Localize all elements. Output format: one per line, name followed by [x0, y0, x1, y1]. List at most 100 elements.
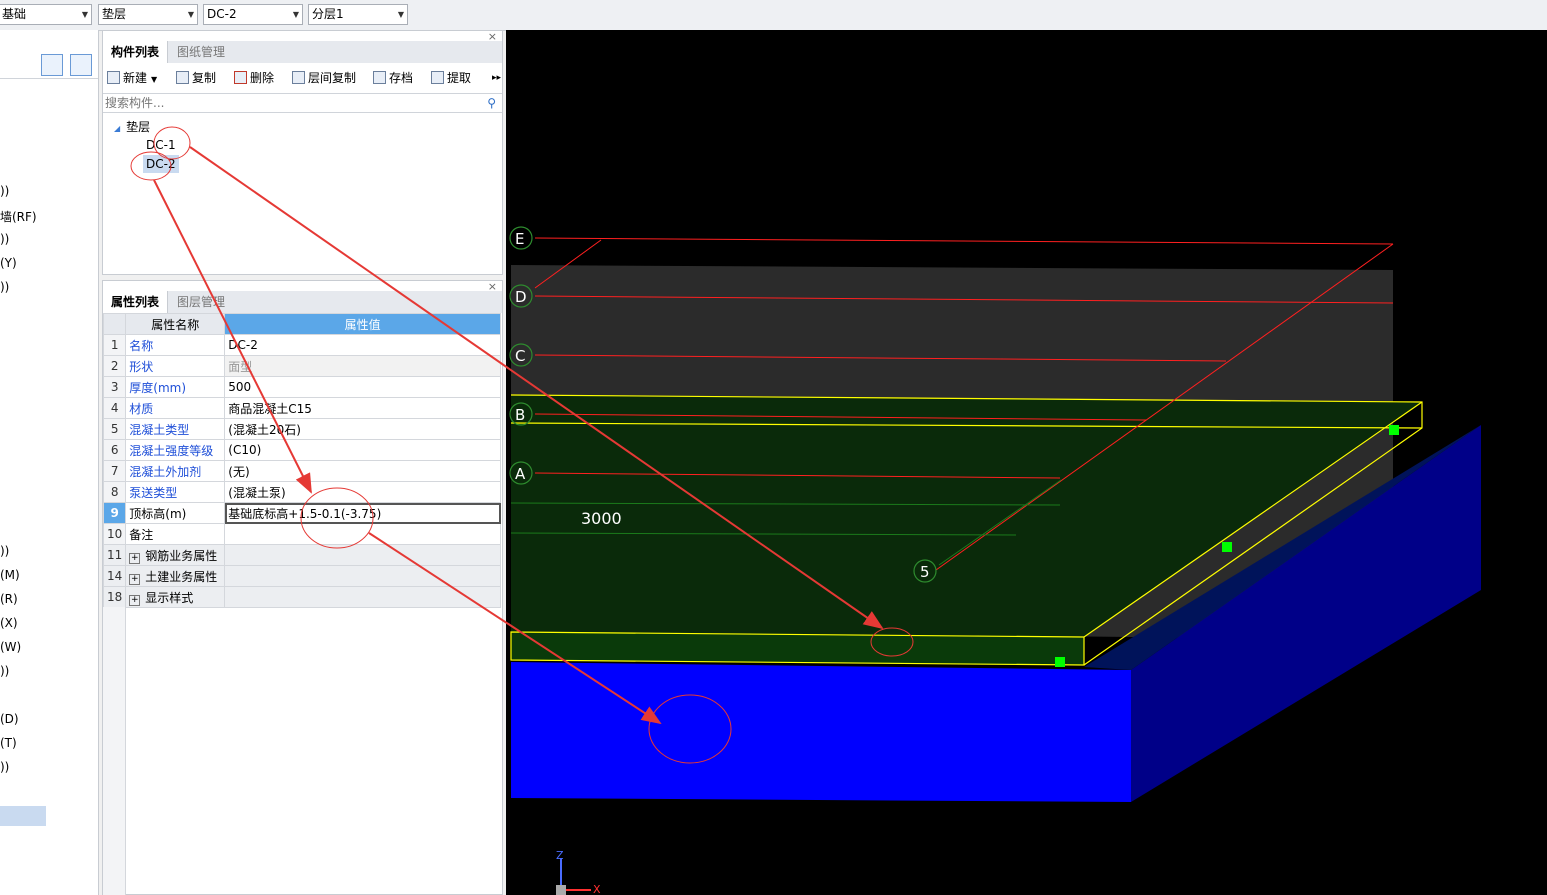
search-icon[interactable]: ⚲ [487, 94, 496, 112]
sublayer-combo[interactable]: 分层1 ▼ [308, 4, 408, 25]
row-number: 5 [102, 418, 127, 440]
nav-item[interactable]: (X) [0, 616, 18, 630]
nav-item-selected[interactable] [0, 806, 46, 826]
property-name: 泵送类型 [125, 481, 226, 503]
nav-item[interactable]: )) [0, 280, 9, 294]
axis-label-5: 5 [920, 563, 930, 581]
tree-item-dc2[interactable]: DC-2 [143, 155, 179, 173]
table-row[interactable]: 6 混凝土强度等级 (C10) [102, 439, 501, 461]
table-row-selected[interactable]: 9 顶标高(m) 基础底标高+1.5-0.1(-3.75) [102, 502, 501, 524]
row-number: 11 [102, 544, 127, 566]
property-name: 混凝土类型 [125, 418, 226, 440]
left-nav-panel: )) 墙(RF) )) (Y) )) )) (M) (R) (X) (W) ))… [0, 30, 99, 895]
table-group-row[interactable]: 14 + 土建业务属性 [102, 565, 501, 587]
component-combo-value: DC-2 [207, 7, 237, 21]
archive-button[interactable]: 存档 [373, 67, 413, 89]
nav-item[interactable]: (M) [0, 568, 20, 582]
category-combo-value: 垫层 [102, 7, 127, 21]
name-header: 属性名称 [125, 313, 226, 335]
table-header: 属性名称 属性值 [102, 313, 501, 335]
property-value[interactable]: 商品混凝土C15 [224, 397, 501, 419]
expand-icon[interactable]: + [129, 594, 141, 606]
3d-viewport[interactable]: E D C B A 5 3000 Z X [506, 30, 1547, 895]
more-actions-icon[interactable]: ▸▸ [492, 67, 501, 89]
group-name: 土建业务属性 [145, 569, 218, 584]
tab-drawing-management[interactable]: 图纸管理 [169, 41, 233, 63]
floor-combo[interactable]: 基础 ▼ [0, 4, 92, 25]
row-number: 1 [102, 334, 127, 356]
sublayer-combo-value: 分层1 [312, 7, 344, 21]
collapse-triangle-icon[interactable]: ◢ [114, 124, 120, 133]
property-tabstrip: 属性列表 图层管理 [103, 291, 502, 313]
property-value[interactable]: (混凝土20石) [224, 418, 501, 440]
new-icon [107, 71, 120, 84]
nav-item[interactable]: (Y) [0, 256, 17, 270]
nav-item[interactable]: )) [0, 664, 9, 678]
table-row[interactable]: 7 混凝土外加剂 (无) [102, 460, 501, 482]
panel-view-icon[interactable] [70, 54, 92, 76]
archive-label: 存档 [389, 71, 414, 85]
chevron-down-icon: ▼ [397, 10, 404, 19]
table-row[interactable]: 2 形状 面型 [102, 355, 501, 377]
property-value[interactable] [224, 523, 501, 545]
delete-button[interactable]: 删除 [234, 67, 274, 89]
component-search-input[interactable]: 搜索构件... ⚲ [103, 93, 502, 113]
list-view-icon[interactable] [41, 54, 63, 76]
new-button[interactable]: 新建 ▼ [107, 67, 157, 89]
property-value [224, 544, 501, 566]
property-value[interactable]: (无) [224, 460, 501, 482]
property-value[interactable]: (C10) [224, 439, 501, 461]
row-number: 6 [102, 439, 127, 461]
chevron-down-icon: ▼ [292, 10, 299, 19]
table-group-row[interactable]: 11 + 钢筋业务属性 [102, 544, 501, 566]
grip-handle[interactable] [1222, 542, 1232, 552]
table-row[interactable]: 8 泵送类型 (混凝土泵) [102, 481, 501, 503]
property-name: 混凝土外加剂 [125, 460, 226, 482]
table-group-row[interactable]: 18 + 显示样式 [102, 586, 501, 608]
layer-copy-button[interactable]: 层间复制 [292, 67, 356, 89]
table-row[interactable]: 4 材质 商品混凝土C15 [102, 397, 501, 419]
property-value[interactable]: DC-2 [224, 334, 501, 356]
property-value[interactable]: (混凝土泵) [224, 481, 501, 503]
axis-label-b: B [515, 406, 525, 424]
expand-icon[interactable]: + [129, 552, 141, 564]
tab-component-list[interactable]: 构件列表 [103, 41, 169, 63]
table-row[interactable]: 3 厚度(mm) 500 [102, 376, 501, 398]
copy-button[interactable]: 复制 [176, 67, 216, 89]
floor-combo-value: 基础 [2, 7, 27, 21]
delete-label: 删除 [250, 71, 275, 85]
nav-item[interactable]: )) [0, 184, 9, 198]
nav-item[interactable]: )) [0, 544, 9, 558]
dimension-label: 3000 [581, 509, 622, 528]
num-header [102, 313, 127, 335]
table-row[interactable]: 5 混凝土类型 (混凝土20石) [102, 418, 501, 440]
expand-icon[interactable]: + [129, 573, 141, 585]
nav-item[interactable]: (T) [0, 736, 17, 750]
category-combo[interactable]: 垫层 ▼ [98, 4, 198, 25]
nav-item[interactable]: 墙(RF) [0, 208, 37, 225]
property-value [224, 586, 501, 608]
row-number: 2 [102, 355, 127, 377]
table-row[interactable]: 1 名称 DC-2 [102, 334, 501, 356]
tree-item-dc1[interactable]: DC-1 [146, 138, 176, 152]
grip-handle[interactable] [1389, 425, 1399, 435]
nav-item[interactable]: (R) [0, 592, 18, 606]
tab-layer-management[interactable]: 图层管理 [169, 291, 233, 313]
property-value-input[interactable]: 基础底标高+1.5-0.1(-3.75) [224, 502, 501, 524]
axis-label-d: D [515, 288, 527, 306]
table-row[interactable]: 10 备注 [102, 523, 501, 545]
tab-property-list[interactable]: 属性列表 [103, 291, 169, 313]
component-combo[interactable]: DC-2 ▼ [203, 4, 303, 25]
search-placeholder: 搜索构件... [105, 96, 165, 110]
extract-button[interactable]: 提取 [431, 67, 471, 89]
nav-item[interactable]: (D) [0, 712, 19, 726]
property-value[interactable]: 500 [224, 376, 501, 398]
nav-item[interactable]: (W) [0, 640, 21, 654]
row-number: 9 [102, 502, 127, 524]
tree-root[interactable]: ◢ 垫层 [114, 118, 150, 135]
row-number: 8 [102, 481, 127, 503]
axis-label-a: A [515, 465, 526, 483]
nav-item[interactable]: )) [0, 232, 9, 246]
grip-handle[interactable] [1055, 657, 1065, 667]
nav-item[interactable]: )) [0, 760, 9, 774]
